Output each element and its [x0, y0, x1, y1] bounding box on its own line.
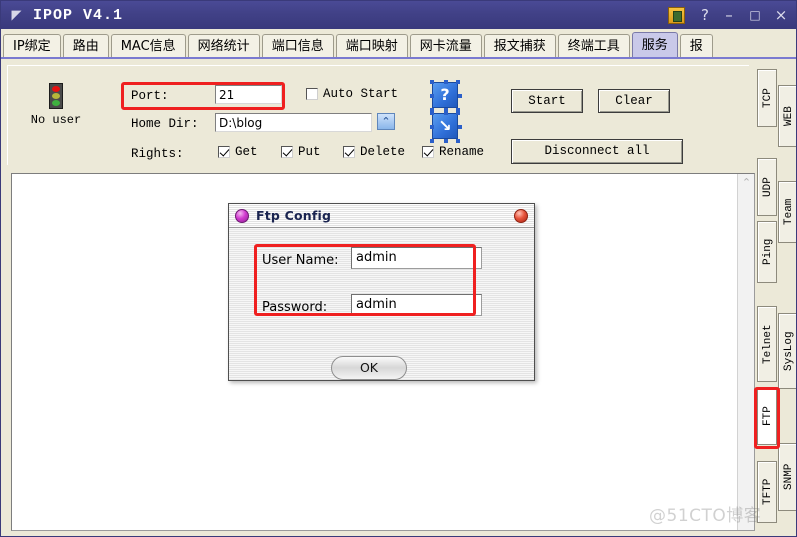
content-vertical-scrollbar[interactable]: ⌃: [737, 174, 754, 530]
rights-checkbox-rename[interactable]: Rename: [422, 145, 484, 159]
rights-rename-checkbox-box[interactable]: [422, 146, 434, 158]
main-tab-6[interactable]: 网卡流量: [409, 34, 482, 58]
main-tab-1[interactable]: 路由: [62, 34, 109, 58]
clear-button[interactable]: Clear: [598, 89, 670, 113]
rights-checkbox-delete[interactable]: Delete: [343, 145, 405, 159]
main-tab-label: 报: [689, 39, 703, 54]
service-tab-label: UDP: [762, 177, 774, 197]
service-tab-label: Team: [783, 198, 795, 226]
main-tab-strip: IP绑定 路由 MAC信息 网络统计 端口信息 端口映射 网卡流量 报文捕获 终端工具 服务 报: [1, 29, 796, 58]
service-tab-label: SysLog: [783, 331, 795, 371]
dialog-close-orb-icon[interactable]: [514, 208, 528, 223]
tab-underline: [1, 57, 796, 59]
help-button[interactable]: ?: [694, 4, 716, 26]
main-tab-label: 网卡流量: [419, 39, 472, 54]
watermark-text: @51CTO博客: [649, 506, 762, 526]
purple-orb-icon: [235, 208, 249, 223]
traffic-lamp-green: [52, 100, 60, 106]
ok-button[interactable]: OK: [331, 356, 407, 380]
ftp-config-dialog: Ftp Config User Name: admin Password: ad…: [228, 203, 535, 381]
service-tab-label: TCP: [762, 88, 774, 108]
main-tab-4[interactable]: 端口信息: [261, 34, 334, 58]
connection-status-block: No user: [17, 83, 95, 127]
traffic-lamp-yellow: [52, 93, 60, 99]
rights-label: Rights:: [131, 147, 184, 161]
service-tab-udp[interactable]: UDP: [757, 158, 777, 216]
app-badge-icon: [668, 6, 685, 24]
start-button[interactable]: Start: [511, 89, 583, 113]
rights-get-label: Get: [235, 145, 258, 159]
main-tab-label: 报文捕获: [493, 39, 546, 54]
ftp-config-dialog-titlebar: Ftp Config: [229, 204, 534, 228]
main-tab-2[interactable]: MAC信息: [110, 34, 186, 58]
port-label: Port:: [131, 89, 169, 103]
password-input[interactable]: admin: [351, 294, 482, 316]
title-bar: ◤ IPOP V4.1 ? – □ ×: [1, 1, 796, 29]
service-tab-label: Ping: [762, 238, 774, 266]
password-label: Password:: [262, 300, 328, 315]
rights-put-label: Put: [298, 145, 321, 159]
service-tab-ftp[interactable]: FTP: [757, 387, 777, 445]
minimize-tool-button[interactable]: ↘: [430, 111, 458, 139]
service-tab-ping[interactable]: Ping: [757, 221, 777, 283]
window-restore-icon[interactable]: ◤: [9, 8, 24, 23]
home-dir-input[interactable]: D:\blog: [215, 113, 372, 132]
rights-checkbox-put[interactable]: Put: [281, 145, 321, 159]
main-tab-label: MAC信息: [120, 39, 176, 54]
ftp-config-dialog-title: Ftp Config: [256, 208, 332, 223]
help-tool-button[interactable]: ?: [430, 80, 458, 108]
main-tab-8[interactable]: 终端工具: [557, 34, 630, 58]
rights-get-checkbox-box[interactable]: [218, 146, 230, 158]
rights-checkbox-get[interactable]: Get: [218, 145, 258, 159]
rights-delete-checkbox-box[interactable]: [343, 146, 355, 158]
service-tab-label: FTP: [762, 406, 774, 426]
service-tab-label: WEB: [783, 106, 795, 126]
main-tab-label: 网络统计: [197, 39, 250, 54]
main-tab-label: 终端工具: [567, 39, 620, 54]
rights-put-checkbox-box[interactable]: [281, 146, 293, 158]
main-tab-0[interactable]: IP绑定: [3, 34, 61, 58]
ftp-toolbar-panel: No user Port: 21 Auto Start ? ↘ Home Dir…: [3, 61, 753, 169]
traffic-lamp-red: [52, 86, 60, 92]
auto-start-label: Auto Start: [323, 87, 399, 101]
rights-rename-label: Rename: [439, 145, 485, 159]
main-tab-7[interactable]: 报文捕获: [483, 34, 556, 58]
service-tab-syslog[interactable]: SysLog: [778, 313, 796, 389]
main-tab-label: 端口映射: [345, 39, 398, 54]
service-tab-tcp[interactable]: TCP: [757, 69, 777, 127]
rights-delete-label: Delete: [360, 145, 406, 159]
port-input[interactable]: 21: [215, 85, 282, 104]
main-tab-9[interactable]: 服务: [631, 32, 678, 58]
scroll-up-arrow-icon[interactable]: ⌃: [738, 174, 755, 191]
ipop-application-window: ◤ IPOP V4.1 ? – □ × IP绑定 路由 MAC信息 网络统计 端口信息 端…: [0, 0, 797, 537]
maximize-button[interactable]: □: [742, 4, 768, 26]
auto-start-checkbox-box[interactable]: [306, 88, 318, 100]
user-name-input[interactable]: admin: [351, 247, 482, 269]
window-title: IPOP V4.1: [33, 6, 124, 24]
main-tab-5[interactable]: 端口映射: [335, 34, 408, 58]
connection-status-label: No user: [30, 113, 82, 127]
main-tab-3[interactable]: 网络统计: [187, 34, 260, 58]
home-dir-browse-button[interactable]: ⌃: [377, 113, 395, 130]
service-tab-telnet[interactable]: Telnet: [757, 306, 777, 382]
service-tab-label: SNMP: [783, 463, 795, 491]
disconnect-all-button[interactable]: Disconnect all: [511, 139, 683, 164]
main-tab-label: 服务: [641, 38, 668, 53]
traffic-light-icon: [49, 83, 63, 109]
service-vertical-tab-rail: TCP UDP Ping Telnet FTP TFTP WEB Team SysLog SNMP: [757, 61, 796, 536]
service-tab-label: Telnet: [762, 324, 774, 364]
main-tab-10[interactable]: 报: [679, 34, 713, 58]
service-tab-web[interactable]: WEB: [778, 85, 796, 147]
user-name-label: User Name:: [262, 253, 339, 268]
close-button[interactable]: ×: [768, 4, 794, 26]
main-tab-label: 端口信息: [271, 39, 324, 54]
ftp-config-dialog-body: User Name: admin Password: admin OK: [229, 228, 534, 380]
service-tab-team[interactable]: Team: [778, 181, 796, 243]
main-tab-label: IP绑定: [13, 39, 51, 54]
home-dir-label: Home Dir:: [131, 117, 199, 131]
minimize-button[interactable]: –: [716, 4, 742, 26]
auto-start-checkbox[interactable]: Auto Start: [306, 87, 398, 101]
service-tab-snmp[interactable]: SNMP: [778, 443, 796, 511]
main-tab-label: 路由: [72, 39, 99, 54]
